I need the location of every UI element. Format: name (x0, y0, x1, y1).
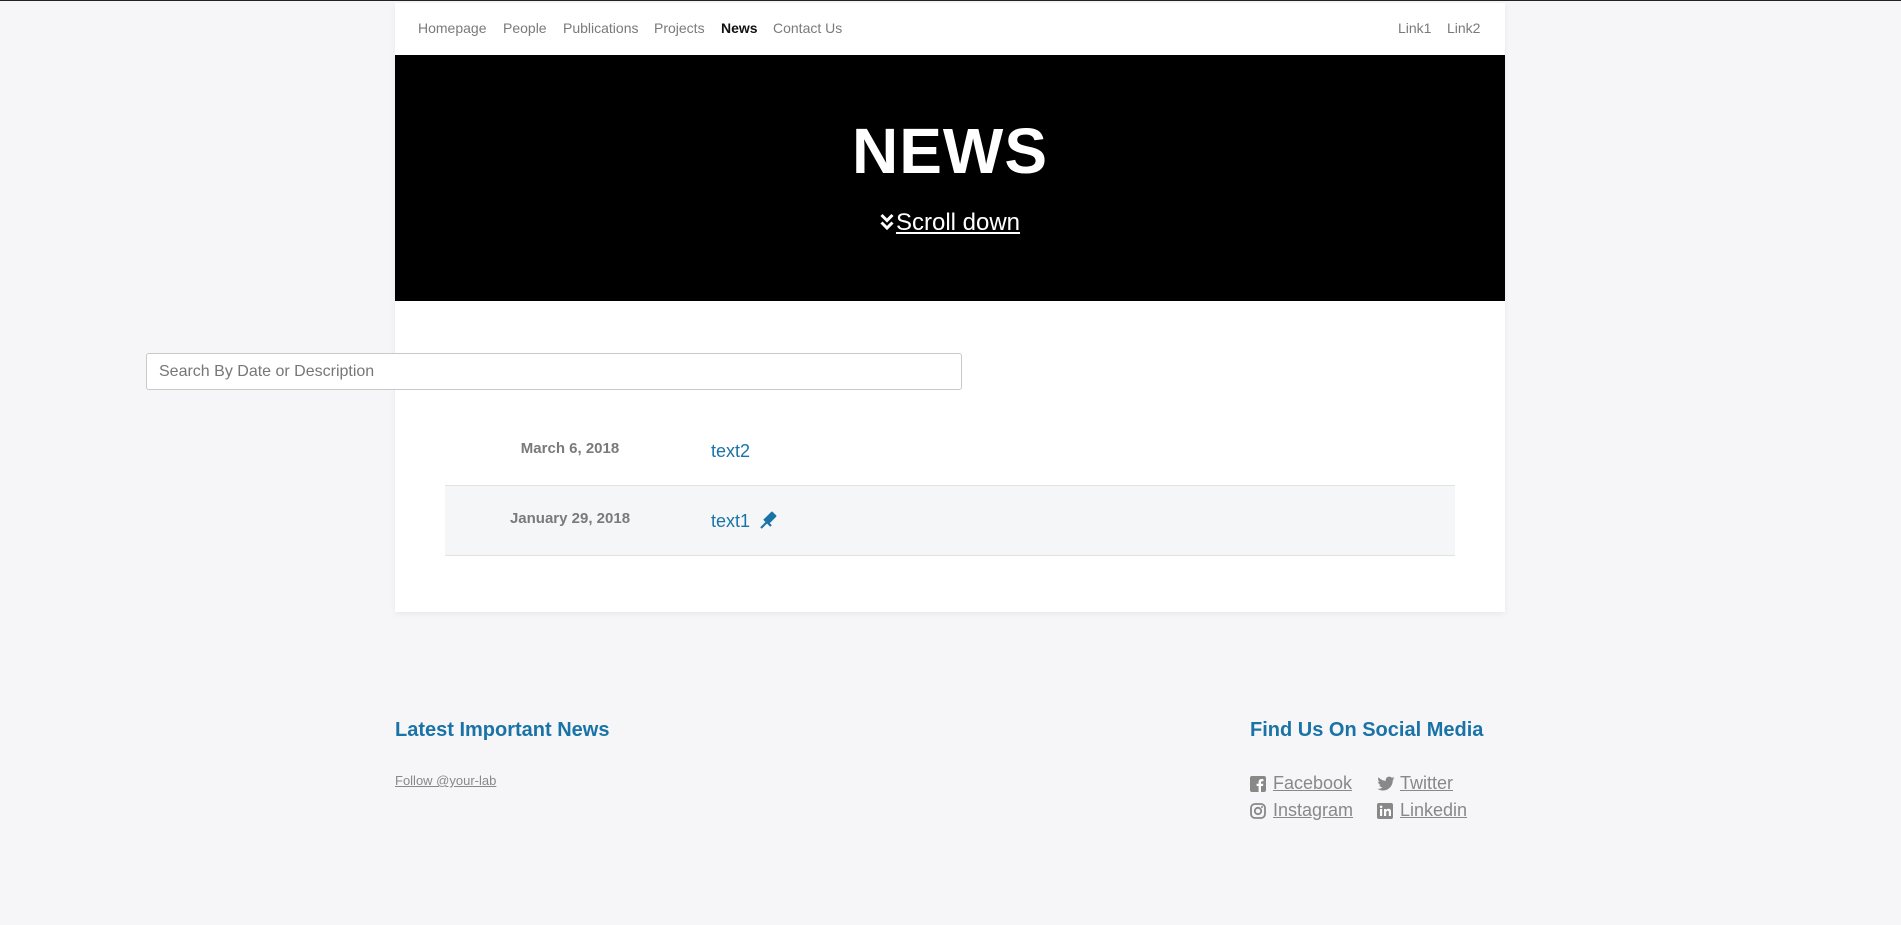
instagram-label[interactable]: Instagram (1273, 799, 1353, 821)
top-navbar: Homepage People Publications Projects Ne… (395, 3, 1505, 55)
scroll-down-link[interactable]: Scroll down (395, 209, 1505, 238)
pushpin-icon (759, 511, 779, 534)
follow-twitter-link[interactable]: Follow @your-lab (395, 773, 496, 788)
window-top-border (0, 0, 1901, 1)
nav-projects[interactable]: Projects (654, 19, 705, 37)
nav-news[interactable]: News (721, 19, 758, 37)
news-row: March 6, 2018 text2 (445, 416, 1455, 485)
scroll-down-label[interactable]: Scroll down (896, 209, 1020, 236)
news-date: March 6, 2018 (520, 440, 620, 457)
news-link[interactable]: text1 (711, 510, 750, 532)
news-link[interactable]: text2 (711, 440, 750, 462)
facebook-icon (1250, 775, 1266, 797)
linkedin-icon (1377, 802, 1393, 824)
double-chevron-down-icon (880, 210, 894, 238)
nav-publications[interactable]: Publications (563, 19, 639, 37)
news-search-input[interactable] (146, 353, 962, 390)
instagram-icon (1250, 802, 1266, 824)
news-date: January 29, 2018 (509, 510, 631, 527)
nav-link2[interactable]: Link2 (1447, 19, 1480, 37)
social-media-heading: Find Us On Social Media (1250, 719, 1484, 741)
facebook-label[interactable]: Facebook (1273, 772, 1352, 794)
news-row: January 29, 2018 text1 (445, 485, 1455, 556)
linkedin-label[interactable]: Linkedin (1400, 799, 1467, 821)
page-title: NEWS (852, 115, 1048, 187)
nav-link1[interactable]: Link1 (1398, 19, 1431, 37)
nav-people[interactable]: People (503, 19, 547, 37)
hero-banner: NEWS Scroll down (395, 55, 1505, 301)
twitter-label[interactable]: Twitter (1400, 772, 1453, 794)
nav-contact-us[interactable]: Contact Us (773, 19, 842, 37)
twitter-icon (1377, 775, 1395, 797)
latest-news-heading: Latest Important News (395, 719, 610, 741)
nav-homepage[interactable]: Homepage (418, 19, 487, 37)
